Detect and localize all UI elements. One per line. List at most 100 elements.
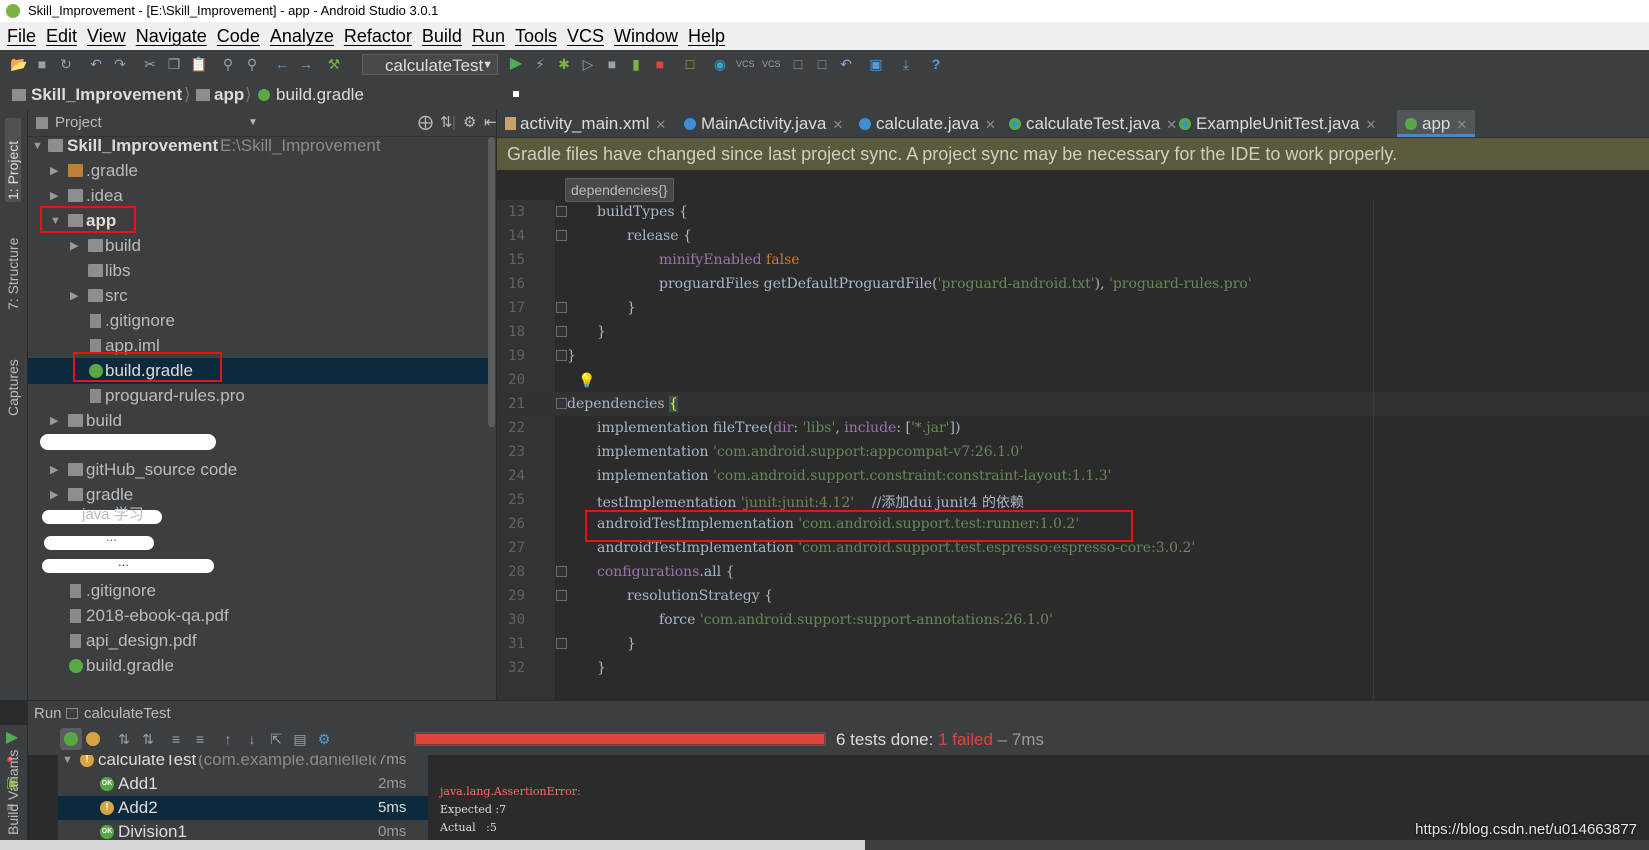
tree-row-app-build[interactable]: ▶ build: [28, 233, 488, 259]
sync-gradle-icon[interactable]: ◉: [712, 56, 728, 72]
close-icon[interactable]: ✕: [832, 117, 843, 132]
menu-view[interactable]: View: [87, 22, 126, 50]
tree-row-root-build-gradle[interactable]: build.gradle: [28, 653, 488, 679]
fold-marker-icon[interactable]: [556, 230, 567, 241]
code-editor[interactable]: dependencies{} 13 14 15 16 17 18 19 20 2…: [497, 170, 1649, 700]
fold-marker-icon[interactable]: [556, 302, 567, 313]
previous-failed-icon[interactable]: ↑: [220, 731, 236, 747]
next-failed-icon[interactable]: ↓: [244, 731, 260, 747]
close-icon[interactable]: ✕: [1456, 117, 1467, 132]
close-icon[interactable]: ✕: [1365, 117, 1376, 132]
forward-icon[interactable]: →: [298, 56, 314, 72]
fold-marker-icon[interactable]: [556, 398, 567, 409]
fold-marker-icon[interactable]: [556, 590, 567, 601]
tree-row-app-gitignore[interactable]: .gitignore: [28, 308, 488, 334]
collapsed-arrow-icon[interactable]: ▶: [70, 283, 82, 309]
menu-tools[interactable]: Tools: [515, 22, 557, 50]
cut-icon[interactable]: ✂: [142, 56, 158, 72]
tree-row-gradle-dir[interactable]: ▶ .gradle: [28, 158, 488, 184]
find-icon[interactable]: ⚲: [220, 56, 236, 72]
collapsed-arrow-icon[interactable]: ▶: [50, 457, 62, 483]
close-icon[interactable]: ✕: [985, 117, 996, 132]
collapsed-arrow-icon[interactable]: ▶: [50, 158, 62, 184]
test-row-add1[interactable]: OK Add1 2ms: [58, 772, 428, 796]
collapsed-arrow-icon[interactable]: ▶: [70, 233, 82, 259]
debug-icon[interactable]: ✱: [556, 56, 572, 72]
tab-app-gradle[interactable]: app ✕: [1397, 110, 1476, 137]
stop-icon[interactable]: ■: [652, 56, 668, 72]
build-variants-tool-tab[interactable]: Build Variants: [5, 715, 21, 835]
menu-run[interactable]: Run: [472, 22, 505, 50]
breadcrumb-module[interactable]: app: [214, 80, 244, 110]
menu-refactor[interactable]: Refactor: [344, 22, 412, 50]
run-coverage-icon[interactable]: ▮: [628, 56, 644, 72]
tree-row-github-source[interactable]: ▶ gitHub_source code: [28, 457, 488, 483]
test-console-output[interactable]: java.lang.AssertionError: Expected :7 Ac…: [430, 755, 1649, 840]
fold-marker-icon[interactable]: [556, 566, 567, 577]
menu-build[interactable]: Build: [422, 22, 462, 50]
run-icon[interactable]: ▶: [508, 56, 524, 72]
expanded-arrow-icon[interactable]: ▼: [32, 137, 44, 159]
project-structure-icon[interactable]: ▣: [868, 56, 884, 72]
hide-panel-icon[interactable]: ⇤: [484, 110, 497, 136]
import-results-icon[interactable]: ▤: [292, 731, 308, 747]
settings-gear-icon[interactable]: ⚙: [316, 731, 332, 747]
project-view-select[interactable]: Project: [55, 110, 102, 136]
ignored-filter-icon[interactable]: [86, 732, 100, 746]
test-row-add2[interactable]: ! Add2 5ms: [58, 796, 428, 820]
sync-icon[interactable]: ↻: [58, 56, 74, 72]
sort-duration-icon[interactable]: ⇅: [140, 731, 156, 747]
avd-manager-icon[interactable]: □: [682, 56, 698, 72]
tab-calculate-test[interactable]: calculateTest.java ✕: [1009, 110, 1177, 137]
menu-window[interactable]: Window: [614, 22, 678, 50]
project-tool-tab[interactable]: 1: Project: [5, 118, 21, 202]
tree-row-ebook-pdf[interactable]: 2018-ebook-qa.pdf: [28, 603, 488, 629]
apply-changes-icon[interactable]: ⚡: [532, 56, 548, 72]
breadcrumb-file[interactable]: build.gradle: [276, 80, 364, 110]
sdk-manager-icon[interactable]: ⤓: [898, 56, 914, 72]
vcs-update-icon[interactable]: VCS: [736, 56, 755, 72]
make-project-icon[interactable]: ⚒: [326, 56, 342, 72]
back-icon[interactable]: ←: [274, 56, 290, 72]
open-folder-icon[interactable]: 📂: [10, 56, 27, 72]
breadcrumb-project[interactable]: Skill_Improvement: [31, 80, 182, 110]
menu-vcs[interactable]: VCS: [567, 22, 604, 50]
test-row-division1[interactable]: OK Division1 0ms: [58, 820, 428, 840]
menu-analyze[interactable]: Analyze: [270, 22, 334, 50]
fold-marker-icon[interactable]: [556, 350, 567, 361]
close-icon[interactable]: ✕: [1166, 117, 1177, 132]
vcs-commit-icon[interactable]: VCS: [762, 56, 781, 72]
captures-tool-tab[interactable]: Captures: [5, 336, 21, 416]
tree-scrollbar[interactable]: [488, 137, 495, 427]
menu-navigate[interactable]: Navigate: [136, 22, 207, 50]
expanded-arrow-icon[interactable]: ▼: [62, 755, 74, 772]
tree-row-proguard[interactable]: proguard-rules.pro: [28, 383, 488, 409]
settings-gear-icon[interactable]: ⚙: [463, 110, 476, 136]
menu-edit[interactable]: Edit: [46, 22, 77, 50]
tab-example-unit-test[interactable]: ExampleUnitTest.java ✕: [1179, 110, 1376, 137]
tree-row-src[interactable]: ▶ src: [28, 283, 488, 309]
tree-row-libs[interactable]: libs: [28, 258, 488, 284]
lock-icon[interactable]: □: [790, 56, 806, 72]
collapse-all-icon[interactable]: ≡: [192, 731, 208, 747]
run-configuration-select[interactable]: calculateTest ▼: [362, 54, 498, 75]
collapsed-arrow-icon[interactable]: ▶: [50, 408, 62, 434]
help-icon[interactable]: ?: [928, 56, 944, 72]
expand-all-icon[interactable]: ≡: [168, 731, 184, 747]
collapse-all-icon[interactable]: ⇅: [440, 110, 453, 136]
undo-icon[interactable]: ↶: [88, 56, 104, 72]
tab-activity-main[interactable]: activity_main.xml ✕: [505, 110, 666, 137]
tree-row-root[interactable]: ▼ Skill_Improvement E:\Skill_Improvement: [28, 137, 488, 159]
tree-row-gitignore[interactable]: .gitignore: [28, 578, 488, 604]
editor-breadcrumb[interactable]: dependencies{}: [565, 178, 674, 202]
copy-icon[interactable]: ❐: [166, 56, 182, 72]
tab-main-activity[interactable]: MainActivity.java ✕: [684, 110, 843, 137]
sort-alpha-icon[interactable]: ⇅: [116, 731, 132, 747]
close-icon[interactable]: ✕: [655, 117, 666, 132]
attach-debugger-icon[interactable]: ■: [604, 56, 620, 72]
redo-icon[interactable]: ↷: [112, 56, 128, 72]
profile-icon[interactable]: ▷: [580, 56, 596, 72]
paste-icon[interactable]: 📋: [190, 56, 207, 72]
chevron-down-icon[interactable]: ▼: [248, 110, 258, 136]
collapsed-arrow-icon[interactable]: ▶: [50, 482, 62, 508]
